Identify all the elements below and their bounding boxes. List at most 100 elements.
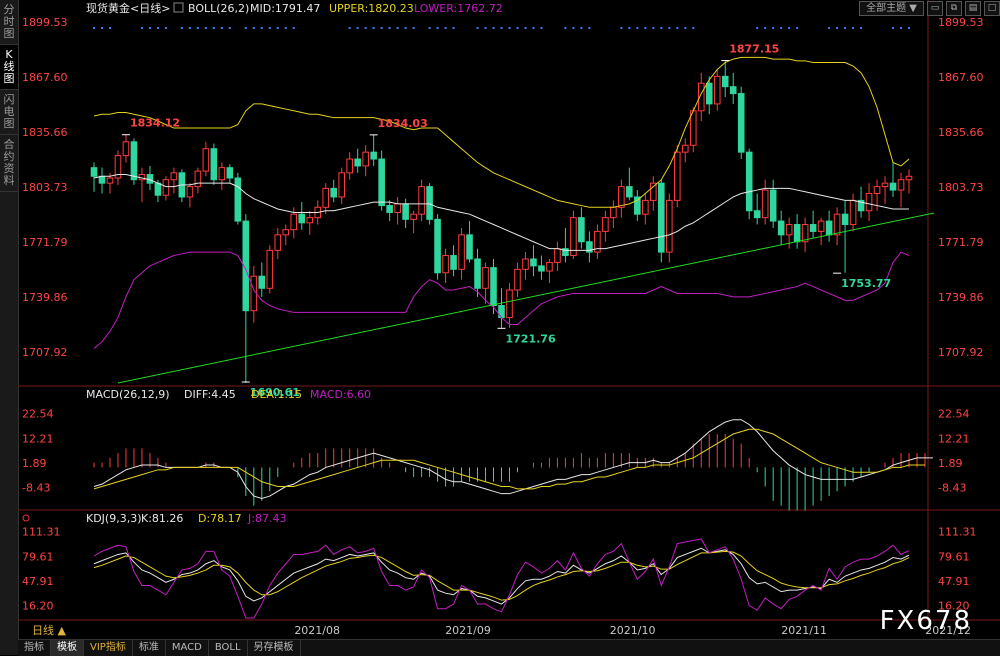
candle-body bbox=[737, 93, 745, 153]
signal-marker bbox=[564, 27, 567, 29]
y-tick-label-left: 1803.73 bbox=[22, 181, 68, 194]
candle-body bbox=[338, 172, 345, 198]
candle-body bbox=[186, 186, 194, 198]
candle-body bbox=[474, 258, 481, 289]
restore-icon[interactable]: ⧉ bbox=[946, 0, 962, 16]
sidebar-tab-kline[interactable]: K线图 bbox=[0, 45, 18, 90]
sidebar-tab-timeshare[interactable]: 分时图 bbox=[0, 0, 18, 45]
boll-settings-icon[interactable] bbox=[173, 2, 184, 13]
signal-marker bbox=[836, 27, 839, 29]
y-tick-label-right: 1739.86 bbox=[938, 291, 984, 304]
candle-body bbox=[634, 196, 641, 215]
signal-marker bbox=[524, 27, 527, 29]
boll-label: BOLL(26,2) bbox=[188, 2, 249, 15]
tab-templates[interactable]: 模板 bbox=[51, 640, 84, 656]
topbar-controls: 全部主题 ▼ ▭ ⧉ ▤ □ bbox=[859, 0, 1000, 16]
signal-marker bbox=[140, 27, 143, 29]
candle-body bbox=[154, 182, 162, 196]
macd-title: MACD(26,12,9) bbox=[86, 388, 170, 401]
candle-body bbox=[658, 182, 665, 253]
kdj-k-legend: K:81.26 bbox=[141, 512, 183, 525]
watermark-logo: FX678 bbox=[879, 606, 972, 636]
signal-marker bbox=[892, 27, 895, 29]
y-tick-label-left: 1707.92 bbox=[22, 346, 68, 359]
y-tick-label-right: 1803.73 bbox=[938, 181, 984, 194]
signal-marker bbox=[684, 27, 687, 29]
boll-mid-value: MID:1791.47 bbox=[250, 2, 320, 15]
candle-body bbox=[642, 199, 649, 215]
signal-marker bbox=[380, 27, 383, 29]
kdj-indicator-icon[interactable] bbox=[22, 514, 30, 522]
candle-body bbox=[538, 265, 545, 272]
candle-body bbox=[130, 141, 138, 181]
tab-standard[interactable]: 标准 bbox=[133, 640, 166, 656]
candle-body bbox=[202, 148, 210, 172]
candle-body bbox=[306, 217, 314, 224]
signal-marker bbox=[788, 27, 791, 29]
candle-body bbox=[905, 175, 913, 181]
signal-marker bbox=[252, 27, 255, 29]
tab-save-template[interactable]: 另存模板 bbox=[248, 640, 301, 656]
candle-body bbox=[362, 151, 369, 167]
kdj-y-tick-left: 111.31 bbox=[22, 526, 61, 539]
y-tick-label-left: 1835.66 bbox=[22, 126, 68, 139]
kline-chart-canvas[interactable]: 现货黄金<日线> BOLL(26,2) MID:1791.47 UPPER:18… bbox=[18, 0, 1000, 639]
candle-body bbox=[234, 177, 242, 222]
kdj-y-tick-right: 111.31 bbox=[938, 526, 977, 539]
candle-body bbox=[450, 255, 457, 270]
sidebar-tab-flash[interactable]: 闪电图 bbox=[0, 90, 18, 135]
candle-body bbox=[785, 224, 793, 236]
tab-macd[interactable]: MACD bbox=[166, 640, 209, 656]
tab-boll[interactable]: BOLL bbox=[209, 640, 248, 656]
kdj-panel: 111.31 111.3179.61 79.6147.91 47.9116.20 16.… bbox=[22, 526, 977, 619]
kdj-y-tick-right: 79.61 bbox=[938, 550, 970, 563]
theme-selector[interactable]: 全部主题 ▼ bbox=[859, 0, 924, 16]
signal-marker bbox=[644, 27, 647, 29]
signal-marker bbox=[764, 27, 767, 29]
boll-mid-line bbox=[93, 174, 910, 251]
signal-marker bbox=[356, 27, 359, 29]
candle-body bbox=[761, 189, 769, 219]
candle-body bbox=[610, 206, 617, 219]
macd-value-legend: MACD:6.60 bbox=[310, 388, 371, 401]
signal-marker bbox=[580, 27, 583, 29]
candle-body bbox=[705, 82, 713, 105]
signal-marker bbox=[772, 27, 775, 29]
y-tick-label-left: 1739.86 bbox=[22, 291, 68, 304]
y-tick-label-right: 1707.92 bbox=[938, 346, 984, 359]
x-tick-label: 2021/09 bbox=[445, 624, 491, 637]
candle-body bbox=[482, 267, 489, 289]
signal-marker bbox=[444, 27, 447, 29]
tab-vip-indicators[interactable]: VIP指标 bbox=[84, 640, 133, 656]
period-label[interactable]: 日线 ▲ bbox=[32, 623, 66, 637]
instrument-title: 现货黄金<日线> bbox=[86, 1, 170, 15]
signal-marker bbox=[572, 27, 575, 29]
signal-marker bbox=[100, 27, 103, 29]
signal-marker bbox=[692, 27, 695, 29]
signal-marker bbox=[500, 27, 503, 29]
candle-body bbox=[418, 186, 425, 215]
layout-icon[interactable]: ▤ bbox=[965, 0, 981, 16]
maximize-icon[interactable]: □ bbox=[984, 0, 1000, 16]
x-tick-label: 2021/10 bbox=[610, 624, 656, 637]
candle-body bbox=[578, 217, 585, 243]
candle-body bbox=[849, 199, 857, 226]
candle-body bbox=[458, 234, 465, 270]
sidebar-tab-contract-info[interactable]: 合约资料 bbox=[0, 135, 18, 192]
extreme-price-label: 1834.03 bbox=[378, 117, 428, 130]
candle-body bbox=[98, 175, 106, 184]
candle-body bbox=[865, 193, 873, 212]
minimize-icon[interactable]: ▭ bbox=[927, 0, 943, 16]
candle-body bbox=[298, 213, 306, 224]
candle-body bbox=[378, 158, 385, 207]
extreme-price-label: 1877.15 bbox=[729, 43, 779, 56]
boll-upper-value: UPPER:1820.23 bbox=[329, 2, 414, 15]
candle-body bbox=[713, 75, 721, 105]
kdj-j-line bbox=[93, 538, 910, 619]
signal-marker bbox=[652, 27, 655, 29]
candle-body bbox=[602, 217, 609, 232]
signal-marker bbox=[852, 27, 855, 29]
tab-indicators[interactable]: 指标 bbox=[18, 640, 51, 656]
candle-body bbox=[833, 213, 841, 236]
signal-marker bbox=[476, 27, 479, 29]
